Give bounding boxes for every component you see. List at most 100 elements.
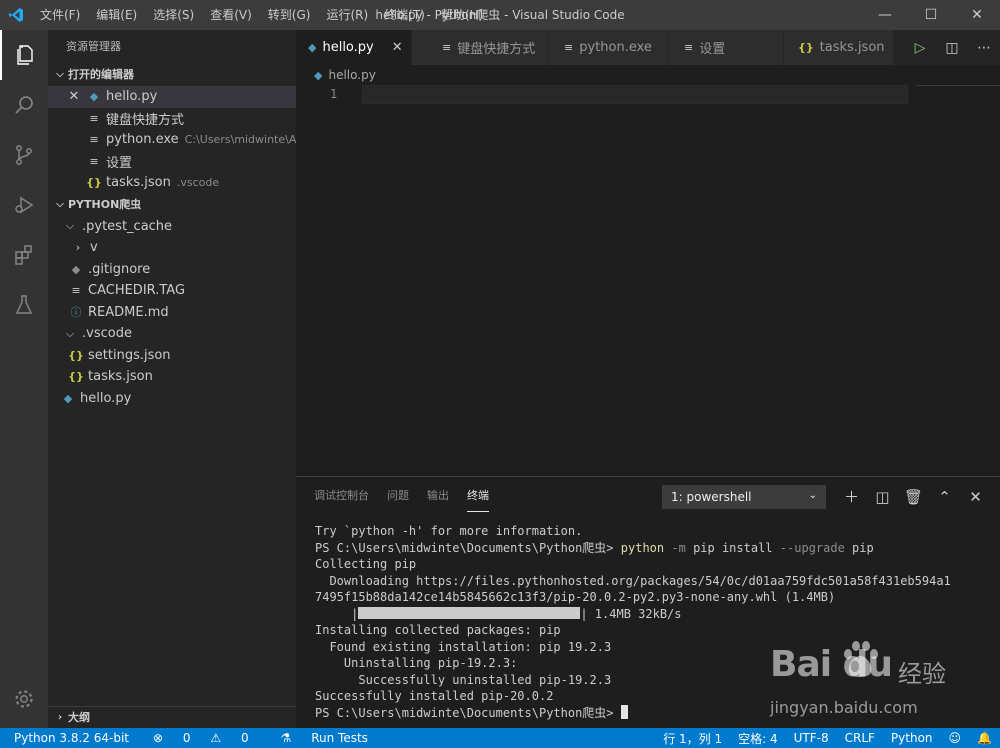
more-actions-icon[interactable]: ⋯	[968, 40, 1000, 56]
maximize-icon[interactable]: ☐	[908, 0, 954, 30]
extensions-icon[interactable]	[0, 230, 48, 280]
file-encoding[interactable]: UTF-8	[786, 731, 837, 745]
notifications-bell-icon[interactable]: 🔔	[969, 731, 1000, 745]
open-editor-label: 键盘快捷方式	[106, 112, 185, 128]
tab-keybindings[interactable]: ≡ 键盘快捷方式	[412, 30, 548, 65]
close-window-icon[interactable]: ✕	[954, 0, 1000, 30]
line-number: 1	[330, 87, 338, 101]
minimize-icon[interactable]: —	[862, 0, 908, 30]
terminal-command-args: pip	[852, 540, 874, 555]
tree-label: settings.json	[88, 347, 171, 363]
run-tests-button[interactable]: ⚗ Run Tests	[265, 731, 384, 745]
testing-flask-icon[interactable]	[0, 280, 48, 330]
text-file-icon: ≡	[89, 133, 99, 147]
settings-gear-icon[interactable]	[0, 674, 48, 724]
language-mode[interactable]: Python	[883, 731, 941, 745]
outline-section[interactable]: › 大纲	[48, 706, 296, 728]
terminal-line: | | 1.4MB 32kB/s	[315, 606, 995, 623]
code-editor[interactable]: 1	[296, 85, 1000, 475]
status-left: Python 3.8.2 64-bit ⊗ 0 ⚠ 0 ⚗ Run Tests	[0, 731, 384, 745]
outline-header[interactable]: › 大纲	[48, 707, 296, 729]
tree-folder-v[interactable]: › v	[48, 237, 296, 259]
workspace-header[interactable]: ⌵ PYTHON爬虫	[48, 194, 296, 216]
python-file-icon: ◆	[63, 391, 73, 405]
tree-file-tasks-json[interactable]: {} tasks.json	[48, 366, 296, 388]
split-editor-icon[interactable]: ◫	[936, 40, 968, 56]
close-panel-icon[interactable]: ✕	[960, 485, 991, 509]
editor-actions: ▷ ◫ ⋯	[904, 30, 1000, 65]
tree-label: hello.py	[80, 390, 132, 406]
flask-icon: ⚗	[280, 731, 292, 745]
breadcrumb-file[interactable]: hello.py	[328, 68, 375, 82]
close-icon[interactable]: ✕	[392, 40, 403, 55]
terminal-line: PS C:\Users\midwinte\Documents\Python爬虫>…	[315, 540, 995, 557]
new-terminal-icon[interactable]: ＋	[836, 485, 867, 509]
end-of-line[interactable]: CRLF	[837, 731, 883, 745]
problems-indicator[interactable]: ⊗ 0 ⚠ 0	[137, 731, 265, 745]
json-file-icon: {}	[68, 348, 84, 362]
python-file-icon: ◆	[314, 68, 323, 82]
tab-problems[interactable]: 问题	[387, 479, 409, 511]
run-file-icon[interactable]: ▷	[904, 40, 936, 56]
open-editor-python-exe[interactable]: ≡ python.exe C:\Users\midwinte\App...	[48, 129, 296, 151]
tab-terminal[interactable]: 终端	[467, 479, 489, 512]
kill-terminal-icon[interactable]: 🗑	[898, 485, 929, 509]
cursor-position[interactable]: 行 1，列 1	[655, 730, 730, 747]
tab-tasks-json[interactable]: {} tasks.json	[784, 30, 894, 65]
tab-python-exe[interactable]: ≡ python.exe	[548, 30, 668, 65]
breadcrumb: ◆ hello.py	[296, 65, 1000, 85]
open-editor-keybindings[interactable]: ≡ 键盘快捷方式	[48, 108, 296, 130]
menu-view[interactable]: 查看(V)	[202, 0, 260, 30]
tree-file-hello-py[interactable]: ◆ hello.py	[48, 388, 296, 410]
close-icon[interactable]: ✕	[66, 89, 82, 104]
tab-output[interactable]: 输出	[427, 479, 449, 511]
open-editor-label: python.exe	[106, 132, 179, 148]
workspace-label: PYTHON爬虫	[68, 197, 142, 211]
open-editor-tasks-json[interactable]: {} tasks.json .vscode	[48, 172, 296, 194]
terminal-output[interactable]: Try `python -h' for more information. PS …	[315, 523, 995, 721]
menu-edit[interactable]: 编辑(E)	[88, 0, 145, 30]
terminal-line: Found existing installation: pip 19.2.3	[315, 639, 612, 654]
tab-settings[interactable]: ≡ 设置	[668, 30, 784, 65]
split-terminal-icon[interactable]: ◫	[867, 485, 898, 509]
gitignore-file-icon: ◆	[71, 262, 81, 276]
tree-folder-pytest-cache[interactable]: ⌵ .pytest_cache	[48, 216, 296, 238]
menu-go[interactable]: 转到(G)	[260, 0, 319, 30]
tab-debug-console[interactable]: 调试控制台	[314, 479, 369, 511]
indentation[interactable]: 空格: 4	[730, 730, 786, 747]
menu-file[interactable]: 文件(F)	[32, 0, 88, 30]
open-editor-settings[interactable]: ≡ 设置	[48, 151, 296, 173]
search-icon[interactable]	[0, 80, 48, 130]
chevron-down-icon: ⌵	[56, 69, 64, 80]
maximize-panel-icon[interactable]: ⌃	[929, 485, 960, 509]
terminal-flag: --upgrade	[779, 540, 845, 555]
menu-help[interactable]: 帮助(H)	[433, 0, 491, 30]
menu-run[interactable]: 运行(R)	[318, 0, 376, 30]
tab-label: hello.py	[322, 40, 374, 55]
open-editor-hello-py[interactable]: ✕ ◆ hello.py	[48, 86, 296, 108]
minimap[interactable]	[916, 85, 1000, 86]
run-debug-icon[interactable]	[0, 180, 48, 230]
tree-file-readme[interactable]: ⓘ README.md	[48, 302, 296, 324]
open-editors-header[interactable]: ⌵ 打开的编辑器	[48, 64, 296, 86]
tab-hello-py[interactable]: ◆ hello.py ✕	[296, 30, 412, 65]
menu-terminal[interactable]: 终端(T)	[376, 0, 433, 30]
explorer-icon[interactable]	[0, 30, 48, 80]
tree-folder-vscode[interactable]: ⌵ .vscode	[48, 323, 296, 345]
tree-file-cachedir[interactable]: ≡ CACHEDIR.TAG	[48, 280, 296, 302]
terminal-flag: -m	[671, 540, 686, 555]
tab-label: python.exe	[579, 40, 652, 55]
feedback-icon[interactable]: ☺	[941, 731, 970, 745]
tree-file-settings-json[interactable]: {} settings.json	[48, 345, 296, 367]
menu-selection[interactable]: 选择(S)	[145, 0, 202, 30]
tree-label: CACHEDIR.TAG	[88, 283, 186, 299]
panel-actions: ＋ ◫ 🗑 ⌃ ✕	[836, 485, 991, 509]
tree-label: v	[90, 240, 98, 256]
terminal-line: Downloading https://files.pythonhosted.o…	[315, 573, 951, 588]
python-file-icon: ◆	[308, 41, 317, 54]
menu-bar: 文件(F) 编辑(E) 选择(S) 查看(V) 转到(G) 运行(R) 终端(T…	[32, 0, 491, 30]
python-interpreter[interactable]: Python 3.8.2 64-bit	[0, 731, 137, 745]
terminal-selector[interactable]: 1: powershell ⌄	[662, 485, 826, 509]
source-control-icon[interactable]	[0, 130, 48, 180]
tree-file-gitignore[interactable]: ◆ .gitignore	[48, 259, 296, 281]
